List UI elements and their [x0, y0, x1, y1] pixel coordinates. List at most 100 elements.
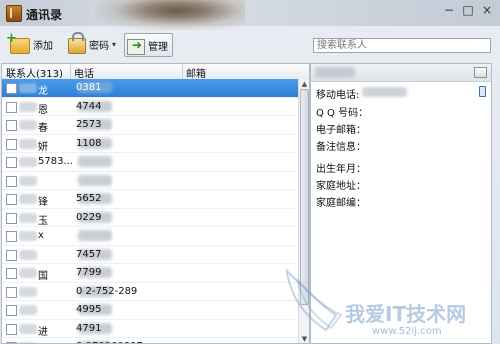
table-row[interactable]: 0 2-752-289: [2, 283, 298, 301]
name-redacted: [19, 138, 37, 149]
name-redacted: [19, 212, 37, 223]
contact-name: 5783...: [38, 156, 73, 167]
table-row[interactable]: x: [2, 227, 298, 246]
contact-name: 国: [38, 271, 48, 282]
column-contacts[interactable]: 联系人(313): [6, 65, 63, 80]
contact-name: 妍: [38, 141, 48, 153]
table-row[interactable]: 恩 4744: [2, 98, 298, 116]
edit-card-icon[interactable]: [474, 67, 487, 78]
add-folder-icon: [6, 31, 30, 54]
table-row[interactable]: 5783...: [2, 153, 298, 172]
name-redacted: [19, 101, 37, 112]
row-checkbox[interactable]: [6, 101, 17, 113]
table-row[interactable]: 春 2573: [2, 116, 298, 135]
note-label: 备注信息：: [316, 142, 366, 153]
name-redacted: [19, 175, 37, 186]
phone-redacted: [78, 156, 112, 167]
address-book-icon: [6, 5, 22, 22]
contact-name: x: [38, 230, 44, 241]
password-button[interactable]: 密码 ▾: [68, 32, 116, 55]
row-checkbox[interactable]: [6, 231, 17, 242]
row-checkbox[interactable]: [6, 268, 17, 279]
table-row[interactable]: 进 4791: [2, 320, 298, 338]
name-redacted: [19, 194, 37, 204]
name-redacted: [19, 83, 37, 93]
title-bar[interactable]: 通讯录 − □ ×: [0, 0, 500, 30]
manage-label: 管理: [148, 41, 168, 53]
lock-icon: [68, 32, 86, 54]
contact-phone: 4995: [76, 304, 102, 315]
name-redacted: [19, 286, 37, 297]
row-checkbox[interactable]: [6, 305, 17, 316]
contact-name: 恩: [38, 104, 48, 116]
table-row[interactable]: 玉 0229: [2, 209, 298, 227]
add-button[interactable]: 添加: [6, 31, 53, 55]
address-label: 家庭地址：: [316, 181, 366, 192]
maximize-button[interactable]: □: [459, 3, 477, 19]
table-row[interactable]: 妍 1108: [2, 135, 298, 153]
minimize-button[interactable]: −: [440, 3, 458, 19]
watermark-url: www.52ij.com: [372, 326, 442, 337]
contact-phone: 0381: [76, 82, 102, 93]
name-redacted: [19, 120, 37, 130]
contact-name: 玉: [38, 215, 48, 227]
add-label: 添加: [33, 40, 53, 52]
contact-name: 春: [38, 123, 48, 134]
row-checkbox[interactable]: [6, 138, 17, 150]
detail-header: [311, 64, 491, 82]
row-checkbox[interactable]: [6, 194, 17, 205]
table-row[interactable]: 国 7799: [2, 264, 298, 283]
column-email[interactable]: 邮箱: [186, 65, 206, 80]
contact-phone: 1108: [76, 137, 102, 149]
mobile-phone-icon[interactable]: [479, 86, 486, 97]
close-button[interactable]: ×: [478, 3, 496, 19]
qq-label: Q Q 号码：: [316, 108, 369, 119]
column-phone[interactable]: 电话: [74, 65, 94, 80]
contact-phone: 4791: [76, 322, 102, 334]
contact-phone: 7457: [76, 248, 102, 260]
contacts-window: 通讯录 − □ × 添加 密码 ▾ 管理 联系人(313) 电话 邮箱 龙 038…: [0, 0, 500, 344]
row-checkbox[interactable]: [6, 286, 17, 298]
contact-name-redacted: [315, 67, 355, 78]
contact-phone: 7799: [76, 267, 102, 278]
column-divider[interactable]: [70, 64, 71, 79]
row-checkbox[interactable]: [6, 249, 17, 261]
name-redacted: [19, 157, 37, 167]
manage-button[interactable]: 管理: [124, 33, 173, 57]
contact-phone: 4744: [76, 100, 102, 112]
contact-rows: 龙 0381 恩 4744 春 2573 妍 1108 5783... 锋 5652 玉 0229 x 74…: [2, 79, 298, 343]
table-row[interactable]: 券9 970960897: [2, 338, 298, 343]
contact-phone: 0 2-752-289: [76, 285, 138, 297]
scrollbar-thumb[interactable]: [300, 89, 309, 305]
row-checkbox[interactable]: [6, 212, 17, 224]
contact-name: 龙: [38, 86, 48, 97]
window-title: 通讯录: [26, 8, 63, 22]
column-divider[interactable]: [182, 64, 183, 79]
table-row[interactable]: 4995: [2, 301, 298, 320]
contact-name: 锋: [38, 197, 48, 208]
table-row[interactable]: [2, 172, 298, 190]
list-scrollbar[interactable]: ▲ ▼: [298, 79, 309, 343]
mobile-label: 移动电话:: [316, 90, 360, 101]
watermark-text: 我爱IT技术网: [345, 302, 467, 326]
table-row[interactable]: 7457: [2, 246, 298, 264]
chevron-down-icon[interactable]: ▾: [112, 40, 116, 49]
name-redacted: [19, 249, 37, 260]
scroll-up-icon[interactable]: ▲: [300, 80, 309, 88]
table-row[interactable]: 锋 5652: [2, 190, 298, 209]
row-checkbox[interactable]: [6, 157, 17, 168]
table-row[interactable]: 龙 0381: [2, 79, 298, 98]
scroll-down-icon[interactable]: ▼: [300, 335, 309, 343]
name-redacted: [19, 305, 37, 315]
name-redacted: [19, 268, 37, 278]
phone-redacted: [78, 230, 112, 241]
manage-arrow-icon: [127, 38, 145, 55]
row-checkbox[interactable]: [6, 120, 17, 131]
row-checkbox[interactable]: [6, 175, 17, 187]
row-checkbox[interactable]: [6, 83, 17, 94]
row-checkbox[interactable]: [6, 323, 17, 335]
contact-list: 联系人(313) 电话 邮箱 龙 0381 恩 4744 春 2573 妍 1108 5783.…: [1, 63, 310, 344]
email-label: 电子邮箱：: [316, 125, 366, 136]
postcode-label: 家庭邮编：: [316, 198, 366, 209]
search-input[interactable]: [313, 38, 491, 53]
